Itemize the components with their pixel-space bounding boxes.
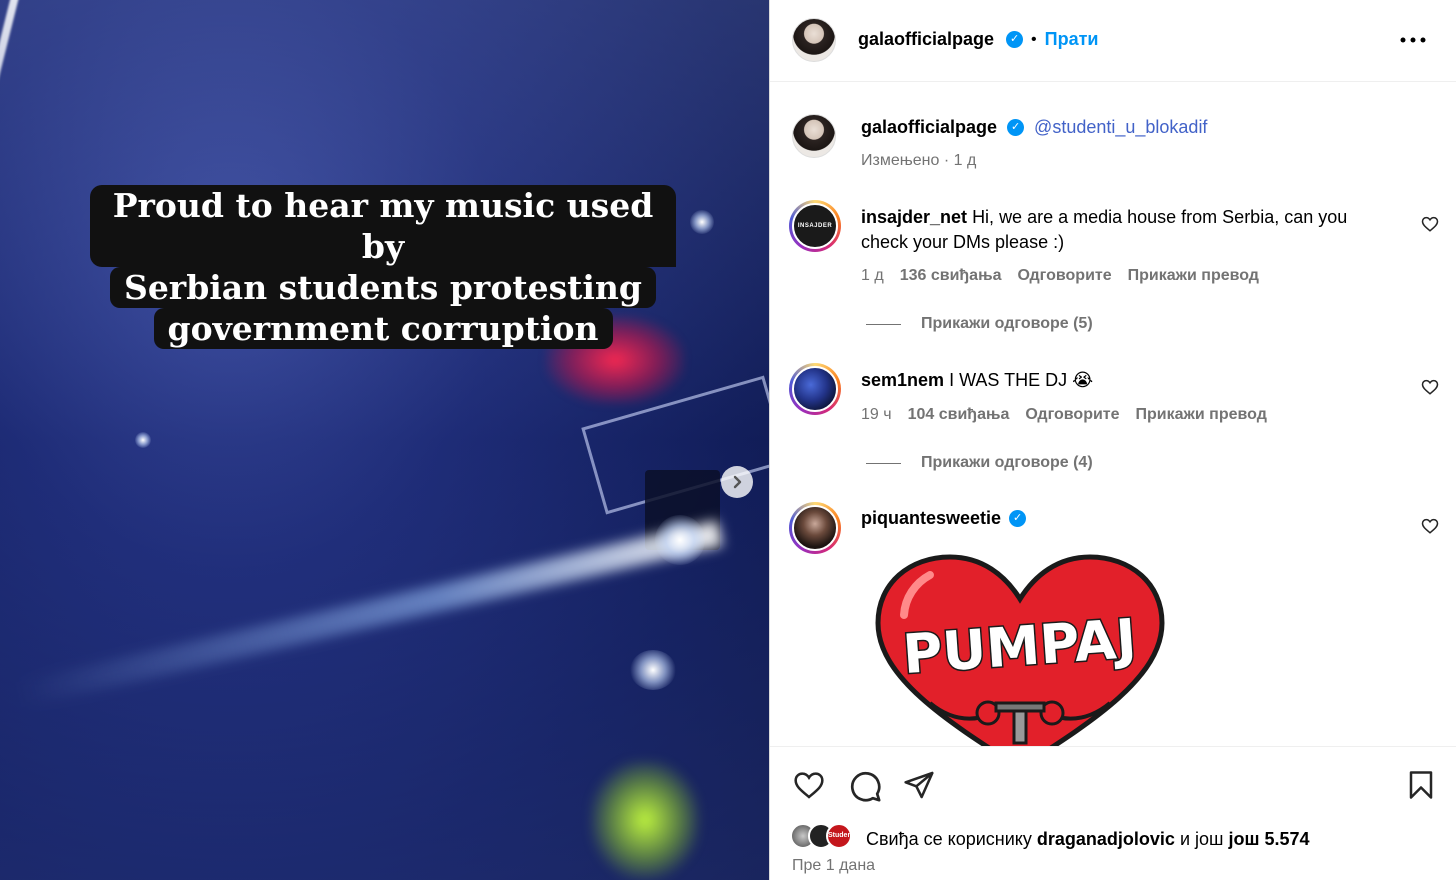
post-video[interactable]: Proud to hear my music used by Serbian s… [0,0,769,880]
avatar[interactable] [792,18,836,62]
liked-and: и још [1179,829,1224,849]
green-light [590,760,700,880]
mention-link[interactable]: @studenti_u_blokadif [1034,117,1207,138]
avatar[interactable] [789,363,841,415]
avatar[interactable]: INSAJDER [789,200,841,252]
header-username[interactable]: galaofficialpage [858,29,994,50]
next-slide-button[interactable] [721,466,753,498]
light-dot [630,650,676,690]
comment-text: sem1nem I WAS THE DJ 😭 [861,368,1381,393]
header-user-row: galaofficialpage ✓ • Прати [858,29,1098,50]
verified-icon: ✓ [1007,119,1025,136]
light-dot [690,210,714,234]
comment-meta: 19 ч 104 свиђања Одговорите Прикажи прев… [861,406,1267,424]
owner-comment: galaofficialpage ✓ @studenti_u_blokadif [861,117,1207,138]
bookmark-icon[interactable] [1406,769,1436,801]
like-heart-icon[interactable] [792,769,826,801]
separator-dot: • [1031,30,1037,48]
post-side-panel: galaofficialpage ✓ • Прати galaofficialp… [769,0,1456,880]
comment-time: 1 д [861,267,884,284]
avatar[interactable] [792,114,836,158]
caption-line: Serbian students protesting [109,267,656,308]
liked-user[interactable]: draganadjolovic [1037,829,1175,849]
share-icon[interactable] [902,769,936,801]
comment-text: piquantesweetie ✓ [861,508,1027,529]
replies-dash [866,323,901,325]
comment-likes[interactable]: 136 свиђања [900,267,1002,285]
owner-comment-meta: Измењено · 1 д [861,152,976,170]
like-comment-heart-icon[interactable] [1421,378,1439,396]
translate-button[interactable]: Прикажи превод [1136,406,1267,424]
liked-by-text: Свиђа се кориснику draganadjolovic и још… [866,829,1310,850]
reply-button[interactable]: Одговорите [1017,267,1111,285]
comment-likes[interactable]: 104 свиђања [908,406,1010,424]
video-caption: Proud to hear my music used by Serbian s… [90,185,676,349]
comment-time: 19 ч [861,406,892,423]
comment-meta: 1 д 136 свиђања Одговорите Прикажи прево… [861,267,1259,285]
replies-dash [866,462,901,464]
more-horizontal-icon [1400,37,1426,43]
comment-username[interactable]: sem1nem [861,370,944,390]
liked-by-avatars[interactable]: Student [790,823,862,851]
verified-icon: ✓ [1006,31,1024,48]
comment-username[interactable]: piquantesweetie [861,508,1001,529]
avatar-image [792,505,838,551]
post-date[interactable]: Пре 1 дана [792,857,875,875]
view-replies-button[interactable]: Прикажи одговоре (5) [866,315,1093,333]
comment-body: I WAS THE DJ [949,370,1068,390]
chevron-right-icon [733,475,742,489]
light-dot [655,515,705,565]
post-header: galaofficialpage ✓ • Прати [770,0,1456,82]
verified-icon: ✓ [1009,510,1027,527]
view-replies-label: Прикажи одговоре (4) [921,454,1093,471]
liked-prefix: Свиђа се кориснику [866,829,1032,849]
crying-emoji-icon: 😭 [1072,370,1094,390]
more-options-button[interactable] [1398,30,1428,50]
view-replies-button[interactable]: Прикажи одговоре (4) [866,454,1093,472]
heart-sticker-icon: PUMPAJ [875,554,1165,746]
avatar-image: INSAJDER [792,203,838,249]
instagram-post-view: Proud to hear my music used by Serbian s… [0,0,1456,880]
comment-icon[interactable] [848,769,882,803]
like-comment-heart-icon[interactable] [1421,215,1439,233]
reply-button[interactable]: Одговорите [1025,406,1119,424]
liked-count[interactable]: још 5.574 [1229,829,1310,849]
owner-username[interactable]: galaofficialpage [861,117,997,138]
caption-line: Proud to hear my music used by [90,185,676,267]
avatar[interactable] [789,502,841,554]
comment-username[interactable]: insajder_net [861,207,967,227]
follow-button[interactable]: Прати [1045,29,1099,50]
comment-text: insajder_net Hi, we are a media house fr… [861,205,1381,255]
owner-comment-time: 1 д [953,152,977,169]
post-actions: Student Свиђа се кориснику draganadjolov… [770,746,1456,880]
avatar: Student [826,823,854,849]
translate-button[interactable]: Прикажи превод [1128,267,1259,285]
edited-label: Измењено [861,152,940,169]
pumpaj-sticker: PUMPAJ [870,553,1170,746]
avatar-image [792,366,838,412]
caption-line: government corruption [153,308,613,349]
view-replies-label: Прикажи одговоре (5) [921,315,1093,332]
light-dot [135,432,151,448]
like-comment-heart-icon[interactable] [1421,517,1439,535]
separator-dot: · [943,152,950,169]
